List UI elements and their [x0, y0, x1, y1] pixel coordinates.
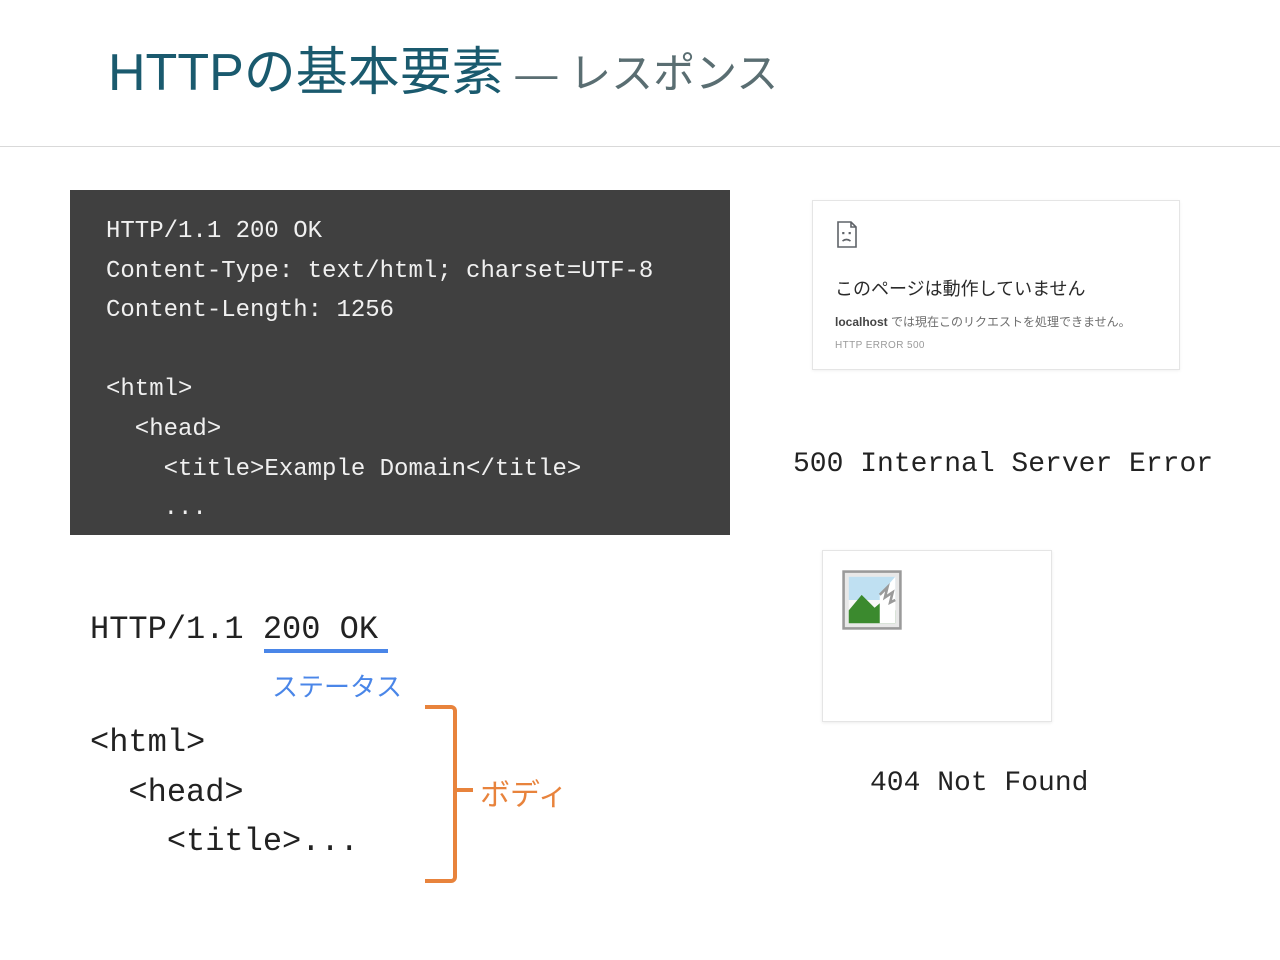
body-bracket-tip [453, 788, 473, 792]
sad-page-icon [835, 221, 859, 249]
body-code-text: <html> <head> <title>... [90, 718, 359, 867]
annotated-status-block: HTTP/1.1 200 OK [90, 605, 378, 655]
status-label: ステータス [272, 667, 402, 704]
status-line-text: HTTP/1.1 200 OK [90, 605, 378, 655]
title-sub: レスポンス [569, 50, 778, 97]
title-sep: — [504, 50, 569, 97]
error-500-code: HTTP ERROR 500 [835, 340, 1159, 351]
error-500-title: このページは動作していません [835, 275, 1159, 301]
title-divider [0, 146, 1280, 147]
error-500-label: 500 Internal Server Error [793, 449, 1213, 480]
error-404-label: 404 Not Found [870, 768, 1088, 799]
error-500-card: このページは動作していません localhost では現在このリクエストを処理で… [812, 200, 1180, 370]
broken-image-icon [841, 569, 903, 631]
title-main: HTTPの基本要素 [108, 44, 504, 102]
slide-title: HTTPの基本要素 — レスポンス [108, 30, 778, 105]
body-bracket [425, 705, 457, 883]
slide: HTTPの基本要素 — レスポンス HTTP/1.1 200 OK Conten… [0, 0, 1280, 960]
error-500-host: localhost [835, 315, 888, 329]
body-label: ボディ [480, 770, 568, 814]
response-code-block: HTTP/1.1 200 OK Content-Type: text/html;… [70, 190, 730, 535]
error-500-rest: では現在このリクエストを処理できません。 [888, 315, 1131, 329]
error-500-message: localhost では現在このリクエストを処理できません。 [835, 313, 1159, 330]
error-404-card [822, 550, 1052, 722]
status-underline [264, 649, 388, 653]
